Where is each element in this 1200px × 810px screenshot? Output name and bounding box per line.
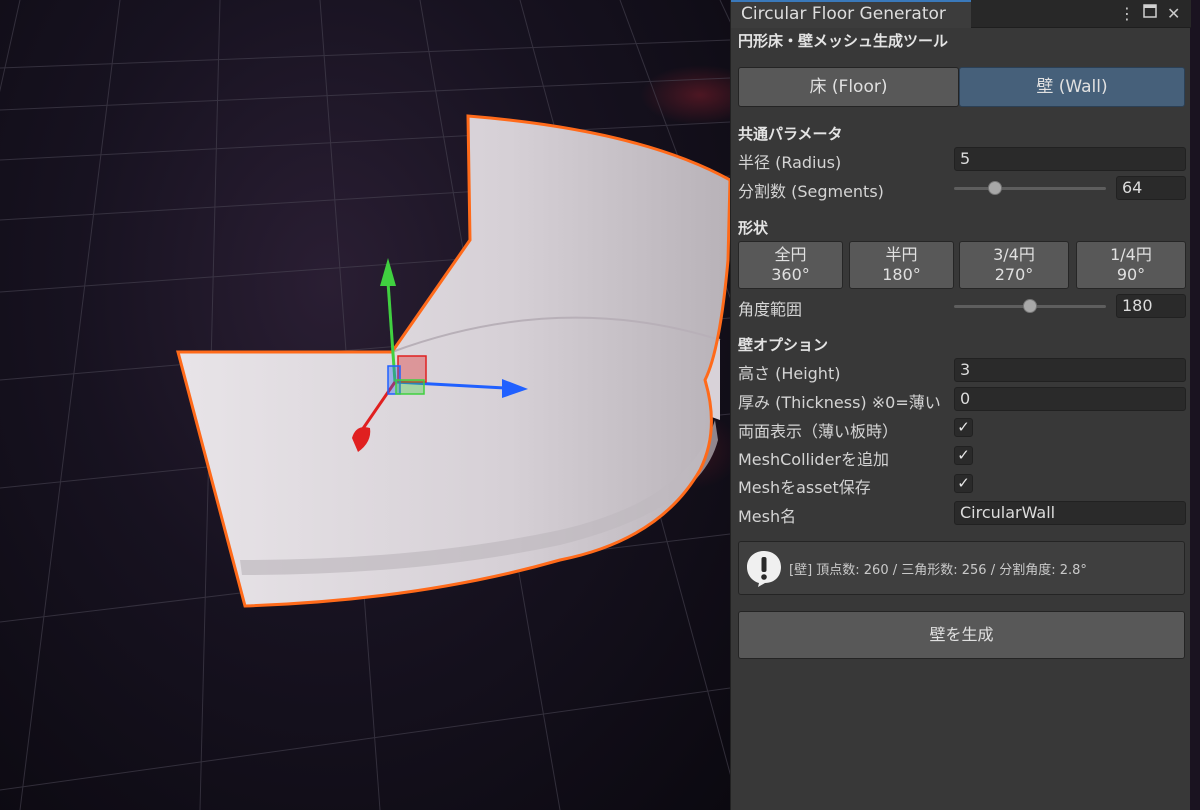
checkmark-icon: ✓: [957, 418, 970, 436]
mode-wall-button[interactable]: 壁 (Wall): [959, 67, 1185, 107]
checkmark-icon: ✓: [957, 446, 970, 464]
tool-subtitle: 円形床・壁メッシュ生成ツール: [738, 32, 949, 50]
circular-floor-generator-window: Circular Floor Generator ⋮ ✕ 円形床・壁メッシュ生成…: [730, 0, 1191, 810]
shape-button-angle: 180°: [882, 265, 921, 284]
info-exclamation-icon: [747, 551, 781, 587]
double-sided-label: 両面表示（薄い板時）: [738, 422, 899, 441]
wall-options-header: 壁オプション: [738, 336, 829, 354]
shape-quarter-button[interactable]: 1/4円 90°: [1076, 241, 1186, 289]
close-icon[interactable]: ✕: [1167, 4, 1180, 23]
scene-view[interactable]: [0, 0, 730, 810]
circular-wall-mesh[interactable]: [176, 114, 730, 608]
mesh-name-label: Mesh名: [738, 507, 797, 526]
mesh-collider-label: MeshColliderを追加: [738, 450, 890, 469]
window-tab[interactable]: Circular Floor Generator: [731, 0, 971, 28]
shape-full-circle-button[interactable]: 全円 360°: [738, 241, 843, 289]
generate-wall-button[interactable]: 壁を生成: [738, 611, 1185, 659]
save-asset-checkbox[interactable]: ✓: [954, 474, 973, 493]
kebab-menu-icon[interactable]: ⋮: [1119, 4, 1135, 23]
segments-slider[interactable]: [954, 187, 1106, 190]
height-field[interactable]: 3: [954, 358, 1186, 382]
gizmo-y-arrow-icon: [380, 258, 396, 286]
checkmark-icon: ✓: [957, 474, 970, 492]
shape-button-label: 半円: [885, 245, 918, 264]
info-helpbox: [壁] 頂点数: 260 / 三角形数: 256 / 分割角度: 2.8°: [738, 541, 1185, 595]
shape-button-angle: 360°: [771, 265, 810, 284]
shape-button-angle: 90°: [1116, 265, 1146, 284]
segments-field[interactable]: 64: [1116, 176, 1186, 200]
shape-header: 形状: [738, 219, 769, 237]
radius-label: 半径 (Radius): [738, 153, 842, 172]
radius-field[interactable]: 5: [954, 147, 1186, 171]
double-sided-checkbox[interactable]: ✓: [954, 418, 973, 437]
angle-range-label: 角度範囲: [738, 300, 803, 319]
angle-range-slider-handle[interactable]: [1023, 299, 1037, 313]
save-asset-label: Meshをasset保存: [738, 478, 871, 497]
shape-button-label: 全円: [774, 245, 807, 264]
maximize-icon[interactable]: [1143, 3, 1157, 22]
height-label: 高さ (Height): [738, 364, 841, 383]
window-tab-bar: Circular Floor Generator ⋮ ✕: [731, 0, 1191, 28]
mesh-collider-checkbox[interactable]: ✓: [954, 446, 973, 465]
shape-button-angle: 270°: [994, 265, 1034, 284]
common-params-header: 共通パラメータ: [738, 125, 843, 143]
segments-slider-handle[interactable]: [988, 181, 1003, 195]
shape-button-label: 3/4円: [993, 245, 1035, 264]
thickness-label: 厚み (Thickness) ※0=薄い: [738, 393, 941, 412]
angle-range-field[interactable]: 180: [1116, 294, 1186, 318]
info-text: [壁] 頂点数: 260 / 三角形数: 256 / 分割角度: 2.8°: [789, 563, 1087, 578]
segments-label: 分割数 (Segments): [738, 182, 884, 201]
shape-three-quarter-button[interactable]: 3/4円 270°: [959, 241, 1069, 289]
shape-button-label: 1/4円: [1110, 245, 1152, 264]
shape-half-circle-button[interactable]: 半円 180°: [849, 241, 954, 289]
thickness-field[interactable]: 0: [954, 387, 1186, 411]
mesh-name-field[interactable]: CircularWall: [954, 501, 1186, 525]
mode-floor-button[interactable]: 床 (Floor): [738, 67, 959, 107]
